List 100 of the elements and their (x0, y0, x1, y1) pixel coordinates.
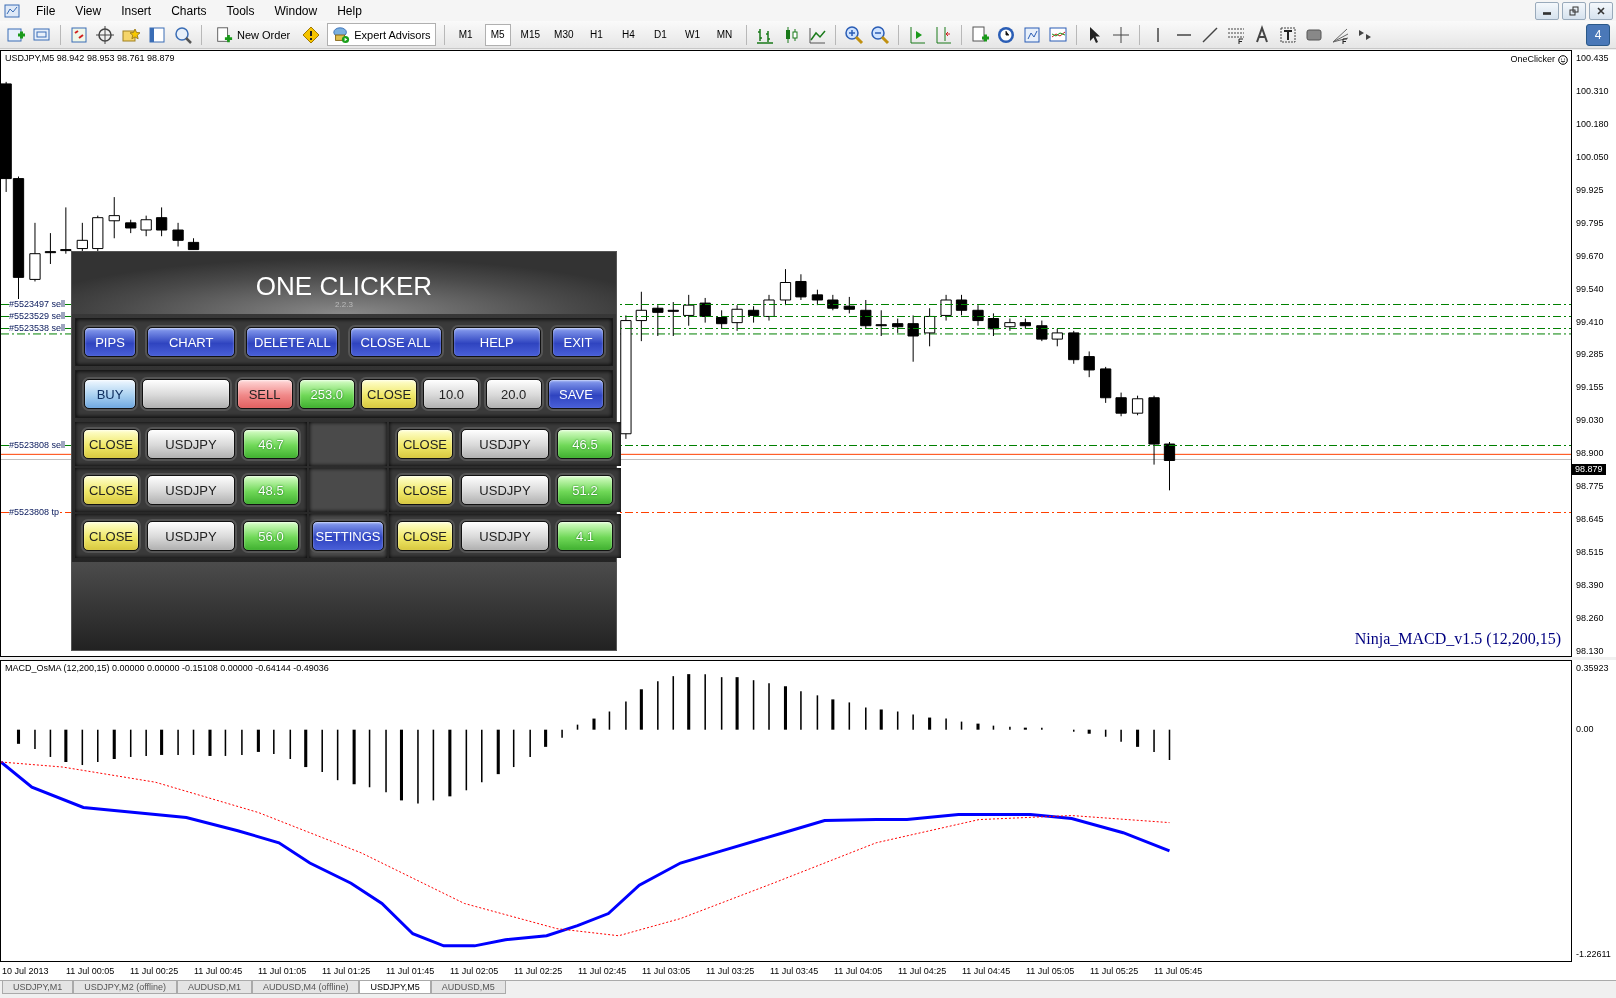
template-icon[interactable] (1047, 24, 1068, 45)
chart-title: USDJPY,M5 98.942 98.953 98.761 98.879 (5, 53, 175, 63)
panel-button[interactable]: HELP (452, 327, 541, 357)
timeframe-button[interactable]: W1 (679, 23, 706, 46)
timeframe-button[interactable]: H4 (615, 23, 642, 46)
candle (187, 237, 200, 251)
timeframe-button[interactable]: MN (711, 23, 738, 46)
chart-tab[interactable]: AUDUSD,M4 (offline) (252, 981, 360, 994)
indicator-value-label: 0.00 (1575, 724, 1595, 735)
panel-title: ONE CLICKER (255, 271, 433, 300)
menu-item[interactable]: View (65, 3, 112, 18)
price-label: 99.285 (1575, 349, 1605, 361)
panel-button[interactable]: 20.0 (485, 379, 542, 409)
chart-tab[interactable]: USDJPY,M5 (359, 981, 431, 994)
chart-tab[interactable]: USDJPY,M2 (offline) (73, 981, 178, 994)
price-label: 98.390 (1575, 580, 1605, 591)
menu-item[interactable]: Charts (161, 3, 217, 18)
candle (652, 304, 664, 337)
order-label: #5523538 sell (9, 323, 66, 334)
panel-button[interactable]: SAVE (547, 379, 604, 409)
panel-button[interactable]: PIPS (84, 327, 136, 357)
symbol-button[interactable]: USDJPY (461, 429, 549, 459)
menu-item[interactable]: Insert (111, 3, 162, 18)
navigator-icon[interactable] (147, 24, 167, 45)
close-position-button[interactable]: CLOSE (397, 521, 453, 551)
zoom-in-icon[interactable] (843, 24, 864, 45)
price-label: 100.180 (1575, 118, 1610, 130)
minimize-button[interactable] (1535, 1, 1559, 20)
messages-button[interactable]: 4 (1586, 23, 1610, 46)
warning-diamond-icon[interactable] (301, 24, 322, 45)
time-label: 11 Jul 05:45 (1154, 966, 1204, 976)
timeframe-button[interactable]: M30 (550, 23, 578, 46)
candle (29, 222, 41, 282)
chart-tab[interactable]: AUDUSD,M5 (430, 981, 506, 994)
indicator-value-label: 0.35923 (1575, 663, 1610, 674)
price-label: 100.310 (1575, 85, 1610, 97)
timeframe-button[interactable]: M5 (484, 23, 511, 46)
expert-advisors-button[interactable]: Expert Advisors (327, 23, 436, 46)
close-position-button[interactable]: CLOSE (397, 429, 453, 459)
panel-button[interactable] (142, 379, 231, 409)
menu-item[interactable]: Help (327, 3, 372, 18)
menu-item[interactable]: File (26, 3, 66, 18)
panel-button[interactable]: 10.0 (423, 379, 480, 409)
candle (779, 268, 792, 306)
candle (860, 299, 872, 330)
panel-button[interactable]: DELETE ALL (246, 327, 339, 357)
timeframe-button[interactable]: H1 (583, 23, 610, 46)
restore-icon (1569, 5, 1579, 16)
clock-icon[interactable] (995, 24, 1016, 45)
price-label: 99.540 (1575, 283, 1605, 295)
candle (843, 296, 855, 314)
panel-button[interactable]: BUY (84, 379, 136, 409)
chart-tab[interactable]: AUDUSD,M1 (177, 981, 253, 994)
add-indicator-icon[interactable] (969, 24, 990, 45)
menu-item[interactable]: Window (264, 3, 328, 18)
symbol-button[interactable]: USDJPY (147, 521, 235, 551)
market-watch-icon[interactable] (69, 24, 89, 45)
smiley-icon (1558, 55, 1568, 65)
close-position-button[interactable]: CLOSE (397, 475, 453, 505)
panel-button[interactable]: SELL (236, 379, 293, 409)
candle (76, 222, 88, 253)
candle (60, 206, 72, 255)
close-icon (1596, 5, 1606, 16)
panel-button[interactable]: EXIT (551, 327, 604, 357)
timeframe-button[interactable]: D1 (647, 23, 674, 46)
close-position-button[interactable]: CLOSE (83, 475, 139, 505)
chart-tab[interactable]: USDJPY,M1 (2, 981, 74, 994)
panel-button[interactable]: CHART (147, 327, 236, 357)
zoom-out-icon[interactable] (869, 24, 890, 45)
close-position-button[interactable]: CLOSE (83, 521, 139, 551)
restore-button[interactable] (1562, 1, 1586, 20)
crosshair-icon[interactable] (1110, 24, 1131, 45)
expert-name: OneClicker (1510, 54, 1555, 64)
candle (125, 219, 137, 234)
close-button[interactable] (1589, 1, 1613, 20)
symbol-button[interactable]: USDJPY (147, 475, 235, 505)
symbol-button[interactable]: USDJPY (147, 429, 235, 459)
text-label-icon[interactable] (1277, 24, 1298, 45)
menu-item[interactable]: Tools (216, 3, 265, 18)
timeframe-button[interactable]: M1 (452, 23, 479, 46)
symbol-button[interactable]: USDJPY (461, 475, 549, 505)
time-label: 11 Jul 04:05 (834, 966, 884, 976)
price-label: 99.795 (1575, 217, 1605, 229)
new-order-button[interactable]: New Order (210, 23, 296, 46)
time-label: 11 Jul 00:25 (130, 966, 180, 976)
panel-button[interactable]: CLOSE (361, 379, 418, 409)
timeframe-button[interactable]: M15 (516, 23, 545, 46)
panel-button[interactable]: CLOSE ALL (349, 327, 442, 357)
candle (1131, 395, 1144, 416)
settings-button[interactable]: SETTINGS (312, 521, 384, 551)
symbol-button[interactable]: USDJPY (461, 521, 549, 551)
crosshair-target-icon[interactable] (95, 24, 115, 45)
time-label: 11 Jul 00:45 (194, 966, 244, 976)
price-label: 99.410 (1575, 316, 1605, 328)
candle (940, 294, 952, 322)
order-label: #5523808 tp (9, 506, 60, 517)
candle (1100, 366, 1112, 404)
time-label: 11 Jul 05:05 (1026, 966, 1076, 976)
close-position-button[interactable]: CLOSE (83, 429, 139, 459)
chart-window-icon[interactable] (1021, 24, 1042, 45)
